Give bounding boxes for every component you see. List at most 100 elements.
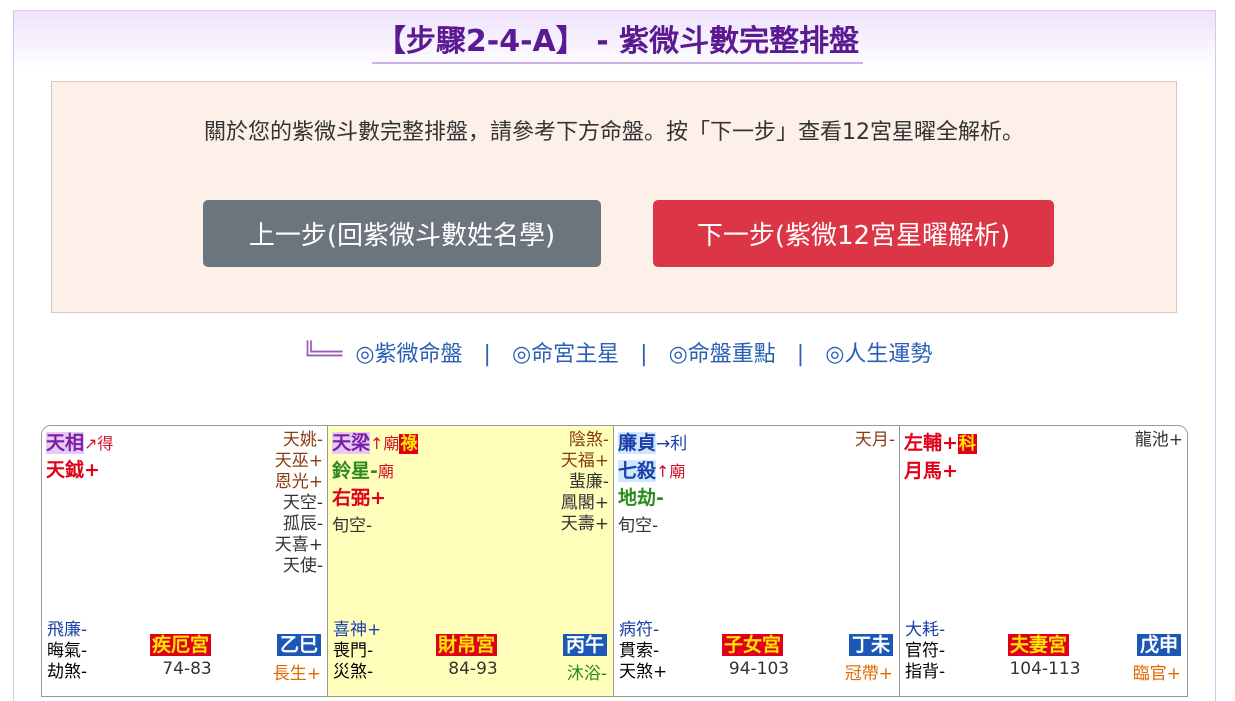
star-name: 天鉞+ [46, 459, 100, 481]
star-name: 七殺 [618, 460, 657, 482]
star-brightness: ↑廟 [656, 462, 686, 481]
star-row: 鈴星-廟 [332, 458, 418, 485]
spirit-star: 飛廉- [47, 620, 88, 640]
minor-star: 天空- [282, 493, 323, 513]
star-brightness: ↗得 [84, 434, 114, 453]
minor-star: 孤辰- [282, 514, 323, 534]
page-title: 【步驟2-4-A】 - 紫微斗數完整排盤 [0, 16, 1235, 64]
minor-star: 天月- [854, 430, 895, 450]
star-name: 旬空- [618, 516, 659, 536]
spirit-stars: 飛廉- 晦氣- 劫煞- [47, 620, 87, 683]
nav-separator: | [640, 342, 648, 367]
palace-name: 財帛宮 [436, 634, 498, 656]
nav-link-ziwei-chart[interactable]: ◎紫微命盤 [355, 342, 462, 367]
nav-separator: | [796, 342, 805, 367]
minor-star: 鳳閣+ [560, 493, 609, 513]
nav-separator: | [483, 342, 491, 367]
spirit-star: 喜神+ [333, 620, 382, 640]
minor-star: 龍池+ [1134, 430, 1183, 450]
minor-star: 天喜+ [274, 535, 323, 555]
spirit-star: 晦氣- [47, 641, 88, 661]
transformation-badge: 科 [957, 434, 977, 454]
nav-link-chart-highlights[interactable]: ◎命盤重點 [669, 342, 776, 367]
minor-star: 天巫+ [274, 451, 323, 471]
star-brightness: →利 [656, 434, 688, 454]
main-stars: 廉貞→利 七殺↑廟 地劫- 旬空- [618, 430, 687, 540]
life-stage: 長生+ [272, 664, 321, 684]
star-row: 地劫- [618, 485, 687, 512]
spirit-star: 劫煞- [47, 662, 88, 682]
star-name: 月馬+ [904, 460, 958, 482]
next-step-button[interactable]: 下一步(紫微12宮星曜解析) [653, 200, 1054, 267]
section-nav: ╚══ ◎紫微命盤 | ◎命宮主星 | ◎命盤重點 | ◎人生運勢 [0, 336, 1235, 368]
star-name: 鈴星- [332, 460, 378, 482]
main-stars: 左輔+科 月馬+ [904, 430, 977, 485]
life-stage: 臨官+ [1132, 664, 1181, 684]
star-row: 廉貞→利 [618, 430, 687, 458]
star-name: 天相 [46, 432, 85, 454]
palace-name: 疾厄宮 [150, 634, 212, 656]
minor-stars: 天月- [855, 430, 895, 451]
spirit-star: 天煞+ [619, 662, 668, 682]
minor-star: 恩光+ [274, 472, 323, 492]
transformation-badge: 祿 [399, 434, 419, 454]
star-name: 廉貞 [618, 432, 657, 454]
minor-star: 天使- [282, 556, 323, 576]
ziwei-chart: 天相↗得天鉞+ 天姚- 天巫+ 恩光+ 天空- 孤辰- 天喜+ 天使- 飛廉- 晦氣- 劫煞- 疾厄宮… [41, 425, 1188, 697]
palace-name: 子女宮 [722, 634, 784, 656]
life-stage: 沐浴- [566, 664, 607, 684]
spirit-star: 病符- [619, 620, 660, 640]
minor-star: 天福+ [560, 451, 609, 471]
spirit-stars: 喜神+ 喪門- 災煞- [333, 620, 381, 683]
ganzhi-badge: 丁未 [848, 634, 893, 656]
nav-link-life-palace-stars[interactable]: ◎命宮主星 [512, 342, 619, 367]
palace-name: 夫妻宮 [1008, 634, 1070, 656]
spirit-star: 貫索- [619, 641, 660, 661]
spirit-stars: 病符- 貫索- 天煞+ [619, 620, 667, 683]
star-row: 月馬+ [904, 458, 977, 485]
spirit-star: 官符- [905, 641, 946, 661]
star-row: 旬空- [618, 512, 687, 540]
ganzhi-badge: 丙午 [562, 634, 607, 656]
spirit-star: 指背- [905, 662, 946, 682]
age-range: 104-113 [1009, 659, 1081, 679]
spirit-star: 喪門- [333, 641, 374, 661]
age-range: 74-83 [162, 659, 212, 679]
star-name: 旬空- [332, 516, 373, 536]
star-brightness: 廟 [377, 462, 394, 481]
minor-stars: 天姚- 天巫+ 恩光+ 天空- 孤辰- 天喜+ 天使- [275, 430, 323, 577]
minor-stars: 龍池+ [1135, 430, 1183, 451]
star-row: 左輔+科 [904, 430, 977, 458]
star-row: 七殺↑廟 [618, 458, 687, 485]
star-brightness: ↑廟 [370, 434, 400, 453]
corner-bracket-icon: ╚══ [302, 342, 343, 367]
prev-step-button[interactable]: 上一步(回紫微斗數姓名學) [203, 200, 601, 267]
minor-star: 陰煞- [568, 430, 609, 450]
age-range: 94-103 [728, 659, 790, 679]
page-title-text: 【步驟2-4-A】 - 紫微斗數完整排盤 [371, 16, 864, 64]
minor-star: 蜚廉- [568, 472, 609, 492]
star-name: 地劫- [618, 487, 664, 509]
minor-stars: 陰煞- 天福+ 蜚廉- 鳳閣+ 天壽+ [561, 430, 609, 535]
star-name: 右弼+ [332, 487, 386, 509]
main-stars: 天梁↑廟祿 鈴星-廟 右弼+ 旬空- [332, 430, 419, 540]
life-stage: 冠帶+ [844, 664, 893, 684]
star-row: 天鉞+ [46, 457, 113, 484]
star-row: 右弼+ [332, 485, 418, 512]
star-row: 天梁↑廟祿 [332, 430, 419, 458]
star-name: 天梁 [332, 432, 371, 454]
minor-star: 天壽+ [560, 514, 609, 534]
spirit-star: 大耗- [905, 620, 946, 640]
ganzhi-badge: 乙巳 [276, 634, 321, 656]
nav-link-life-fortune[interactable]: ◎人生運勢 [825, 342, 932, 367]
palace-cell[interactable]: 廉貞→利 七殺↑廟 地劫- 旬空- 天月- 病符- 貫索- 天煞+ 子女宮 94-103 丁未 冠帶+ [614, 426, 900, 696]
palace-cell[interactable]: 左輔+科 月馬+ 龍池+ 大耗- 官符- 指背- 夫妻宮 104-113 戊申 臨官+ [900, 426, 1187, 696]
notice-text: 關於您的紫微斗數完整排盤，請參考下方命盤。按「下一步」查看12宮星曜全解析。 [204, 120, 1024, 145]
palace-cell[interactable]: 天梁↑廟祿 鈴星-廟 右弼+ 旬空- 陰煞- 天福+ 蜚廉- 鳳閣+ 天壽+ 喜神+ 喪門- 災煞- 財… [328, 426, 614, 696]
minor-star: 天姚- [282, 430, 323, 450]
spirit-star: 災煞- [333, 662, 374, 682]
age-range: 84-93 [448, 659, 498, 679]
notice-box: 關於您的紫微斗數完整排盤，請參考下方命盤。按「下一步」查看12宮星曜全解析。 上… [51, 81, 1177, 313]
palace-cell[interactable]: 天相↗得天鉞+ 天姚- 天巫+ 恩光+ 天空- 孤辰- 天喜+ 天使- 飛廉- 晦氣- 劫煞- 疾厄宮… [42, 426, 328, 696]
spirit-stars: 大耗- 官符- 指背- [905, 620, 945, 683]
